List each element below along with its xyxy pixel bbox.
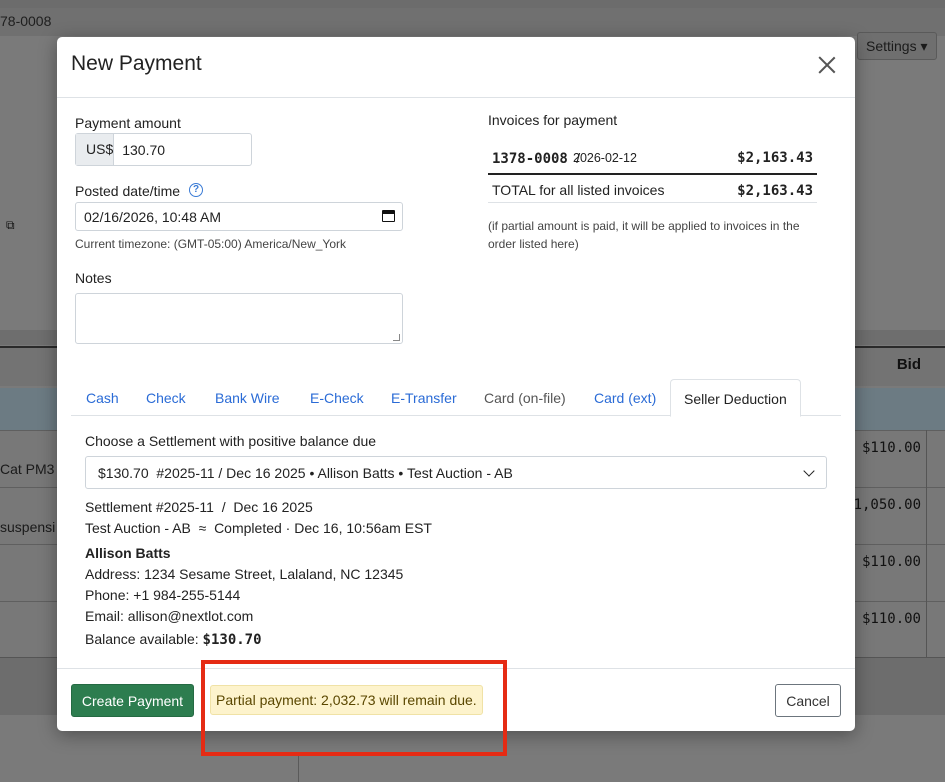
balance-label: Balance available: [85, 631, 199, 647]
new-payment-modal: New Payment Payment amount US$ Posted da… [57, 37, 855, 731]
row-bid: $110.00 [861, 554, 921, 570]
invoice-row: 1378-0008 / 2026-02-12 $2,163.43 [488, 142, 817, 172]
modal-header: New Payment [57, 37, 855, 98]
invoice-number: 1378-0008 / [492, 150, 581, 167]
invoice-date: 2026-02-12 [573, 151, 637, 165]
row-bid: $110.00 [861, 440, 921, 456]
help-icon[interactable]: ? [189, 183, 203, 197]
tab-seller-deduction[interactable]: Seller Deduction [670, 379, 801, 417]
row-bid: 1,050.00 [853, 497, 921, 513]
payment-amount-group: US$ [75, 133, 312, 166]
invoice-total-row: TOTAL for all listed invoices $2,163.43 [488, 173, 817, 203]
settlement-select[interactable]: $130.70 #2025-11 / Dec 16 2025 • Allison… [85, 456, 827, 489]
invoice-total-amount: $2,163.43 [737, 183, 813, 199]
currency-prefix: US$ [76, 134, 115, 165]
calendar-icon[interactable] [382, 210, 395, 222]
settlement-selected-option: $130.70 #2025-11 / Dec 16 2025 • Allison… [98, 465, 513, 481]
tab-e-check[interactable]: E-Check [310, 379, 364, 416]
tab-e-transfer[interactable]: E-Transfer [391, 379, 457, 416]
payment-amount-input[interactable] [114, 134, 312, 165]
settlement-customer-name: Allison Batts [85, 545, 171, 561]
settlement-line-1: Settlement #2025-11 / Dec 16 2025 [85, 499, 313, 515]
row-bid: $110.00 [861, 611, 921, 627]
invoice-amount: $2,163.43 [737, 150, 813, 166]
tab-check[interactable]: Check [146, 379, 186, 416]
invoices-title: Invoices for payment [488, 112, 618, 128]
notes-label: Notes [75, 270, 112, 286]
payment-method-tabs: Cash Check Bank Wire E-Check E-Transfer … [71, 379, 841, 417]
notes-textarea[interactable] [75, 293, 403, 344]
close-icon[interactable] [817, 55, 837, 75]
background-top-bar [0, 0, 945, 8]
payment-amount-label: Payment amount [75, 115, 181, 131]
tab-card-on-file: Card (on-file) [484, 390, 566, 406]
cancel-button[interactable]: Cancel [775, 684, 841, 717]
table-column-divider [926, 430, 927, 657]
balance-value: $130.70 [202, 632, 262, 648]
row-title: suspensi [0, 519, 56, 535]
tab-bank-wire[interactable]: Bank Wire [215, 379, 280, 416]
settlement-choose-label: Choose a Settlement with positive balanc… [85, 433, 377, 449]
settlement-address: Address: 1234 Sesame Street, Lalaland, N… [85, 566, 404, 582]
modal-title: New Payment [71, 52, 202, 75]
timezone-note: Current timezone: (GMT-05:00) America/Ne… [75, 237, 346, 251]
settlement-line-2: Test Auction - AB ≈ Completed · Dec 16, … [85, 520, 432, 536]
external-link-icon: ⧉ [6, 218, 15, 232]
tab-cash[interactable]: Cash [86, 379, 119, 416]
table-header-bid: Bid [896, 356, 921, 373]
invoices-note: (if partial amount is paid, it will be a… [488, 219, 800, 251]
create-payment-button[interactable]: Create Payment [71, 684, 194, 717]
background-invoice-id: 78-0008 [0, 13, 52, 29]
settlement-email: Email: allison@nextlot.com [85, 608, 254, 624]
invoice-total-label: TOTAL for all listed invoices [492, 182, 665, 198]
settlement-phone: Phone: +1 984-255-5144 [85, 587, 241, 603]
background-id-row: 78-0008 [0, 8, 945, 36]
posted-datetime-value: 02/16/2026, 10:48 AM [84, 209, 221, 225]
chevron-down-icon [803, 465, 815, 477]
posted-datetime-label: Posted date/time [75, 183, 181, 199]
resize-grip-icon[interactable] [393, 334, 400, 341]
settlement-balance: Balance available: $130.70 [85, 631, 262, 648]
highlight-annotation-box [201, 660, 507, 756]
tab-card-ext[interactable]: Card (ext) [594, 379, 656, 416]
row-title: Cat PM3 [0, 461, 55, 477]
settings-button: Settings ▾ [857, 32, 937, 60]
background-divider [298, 755, 299, 782]
posted-datetime-input[interactable]: 02/16/2026, 10:48 AM [75, 202, 403, 231]
